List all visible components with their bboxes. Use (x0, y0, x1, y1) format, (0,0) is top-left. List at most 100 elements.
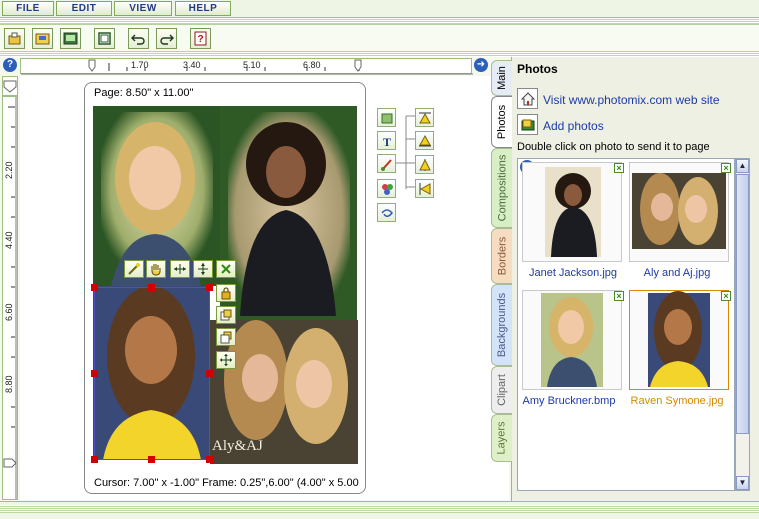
panel-instruction: Double click on photo to send it to page (517, 141, 710, 153)
tab-borders[interactable]: Borders (491, 228, 512, 284)
resize-handle[interactable] (206, 456, 213, 463)
bring-forward-button[interactable] (216, 306, 236, 324)
cursor-status: Cursor: 7.00" x -1.00" Frame: 0.25",6.00… (94, 477, 359, 489)
add-photos-link[interactable]: Add photos (543, 119, 604, 133)
ruler-v-label: 8.80 (4, 375, 14, 393)
ruler-h-label: 5.10 (243, 60, 261, 70)
collage-photo-janet[interactable] (220, 106, 357, 320)
tab-layers[interactable]: Layers (491, 414, 512, 462)
thumbnail-scrollbar[interactable]: ▲ ▼ (735, 158, 750, 491)
effects-button[interactable] (377, 203, 396, 222)
tab-backgrounds[interactable]: Backgrounds (491, 284, 512, 366)
thumbnail-remove-icon[interactable]: × (614, 163, 624, 173)
add-frame-button[interactable] (377, 108, 396, 127)
photo-thumbnail-label: Aly and Aj.jpg (643, 267, 711, 279)
resize-handle[interactable] (91, 456, 98, 463)
align-bottom-button[interactable] (415, 131, 434, 150)
thumbnail-remove-icon[interactable]: × (614, 291, 624, 301)
print-button[interactable] (60, 28, 81, 49)
resize-handle[interactable] (206, 284, 213, 291)
resize-handle[interactable] (148, 284, 155, 291)
portrait-curly-hair-image (228, 112, 350, 316)
send-backward-button[interactable] (216, 328, 236, 346)
tab-label: Borders (496, 236, 508, 276)
scroll-thumb[interactable] (736, 174, 749, 434)
thumbnail-remove-icon[interactable]: × (721, 291, 731, 301)
wand-icon (128, 263, 140, 275)
shapes-button[interactable] (377, 179, 396, 198)
home-icon-box[interactable] (517, 88, 538, 109)
help-button[interactable]: ? (190, 28, 211, 49)
resize-handle[interactable] (148, 456, 155, 463)
selection-frame (94, 287, 210, 460)
menu-edit[interactable]: EDIT (56, 1, 112, 16)
help-book-icon: ? (194, 31, 207, 46)
thumb-amy-image (541, 293, 603, 387)
resize-handle[interactable] (91, 284, 98, 291)
move-arrows-icon (220, 354, 232, 366)
align-center-icon (418, 158, 431, 171)
stretch-horizontal-button[interactable] (170, 260, 190, 278)
thumb-raven-image (648, 291, 710, 387)
align-center-button[interactable] (415, 155, 434, 174)
align-left-button[interactable] (415, 179, 434, 198)
resize-handle[interactable] (91, 370, 98, 377)
bottom-bar (0, 501, 759, 519)
align-top-button[interactable] (415, 108, 434, 127)
swirl-icon (380, 208, 393, 217)
svg-text:T: T (382, 135, 390, 148)
open-button[interactable] (4, 28, 25, 49)
panel-title: Photos (517, 62, 558, 76)
home-icon (520, 91, 535, 105)
photo-thumbnail[interactable] (522, 162, 622, 262)
tab-label: Main (496, 66, 508, 90)
tab-clipart[interactable]: Clipart (491, 366, 512, 414)
collage-caption: Aly&AJ (212, 438, 263, 454)
visit-website-link[interactable]: Visit www.photomix.com web site (543, 93, 720, 107)
draw-button[interactable] (377, 154, 396, 173)
tool-connector-lines (396, 115, 416, 189)
panel-toggle-icon[interactable]: ➜ (474, 58, 488, 72)
ruler-h-label: 1.70 (131, 60, 149, 70)
redo-button[interactable] (156, 28, 177, 49)
resize-handle[interactable] (206, 370, 213, 377)
add-text-button[interactable]: T (377, 131, 396, 150)
menu-help[interactable]: HELP (175, 1, 231, 16)
tab-label: Photos (496, 104, 508, 140)
undo-button[interactable] (128, 28, 149, 49)
photo-thumbnail[interactable] (629, 162, 729, 262)
menu-view[interactable]: VIEW (114, 1, 172, 16)
photo-thumbnail-label: Amy Bruckner.bmp (522, 395, 616, 407)
add-photos-icon-box[interactable] (517, 114, 538, 135)
pan-button[interactable] (146, 260, 166, 278)
align-bottom-icon (418, 134, 431, 146)
tab-compositions[interactable]: Compositions (491, 148, 512, 228)
save-icon (35, 33, 50, 45)
move-button[interactable] (216, 351, 236, 369)
brush-icon (380, 158, 392, 171)
photo-thumbnail-selected[interactable] (629, 290, 729, 390)
stretch-vertical-icon (198, 263, 208, 275)
tab-photos[interactable]: Photos (491, 96, 512, 148)
ruler-corner (2, 76, 18, 96)
photo-thumbnail-label: Raven Symone.jpg (630, 395, 724, 407)
photo-thumbnail[interactable] (522, 290, 622, 390)
tab-main[interactable]: Main (491, 60, 512, 96)
stretch-vertical-button[interactable] (193, 260, 213, 278)
remove-photo-button[interactable] (216, 260, 236, 278)
ruler-h-label: 3.40 (183, 60, 201, 70)
collage-photo-amy[interactable] (93, 106, 220, 286)
photo-thumbnail-label: Janet Jackson.jpg (528, 267, 618, 279)
frame-icon (98, 32, 111, 45)
save-button[interactable] (32, 28, 53, 49)
print-icon (63, 32, 78, 45)
scroll-up-button[interactable]: ▲ (736, 159, 749, 173)
ruler-help-icon[interactable]: ? (3, 58, 17, 72)
menu-file[interactable]: FILE (2, 1, 54, 16)
toolbar: ? (0, 24, 759, 52)
magic-wand-button[interactable] (124, 260, 144, 278)
frame-button[interactable] (94, 28, 115, 49)
thumbnail-remove-icon[interactable]: × (721, 163, 731, 173)
lock-button[interactable] (216, 284, 236, 302)
scroll-down-button[interactable]: ▼ (736, 476, 749, 490)
